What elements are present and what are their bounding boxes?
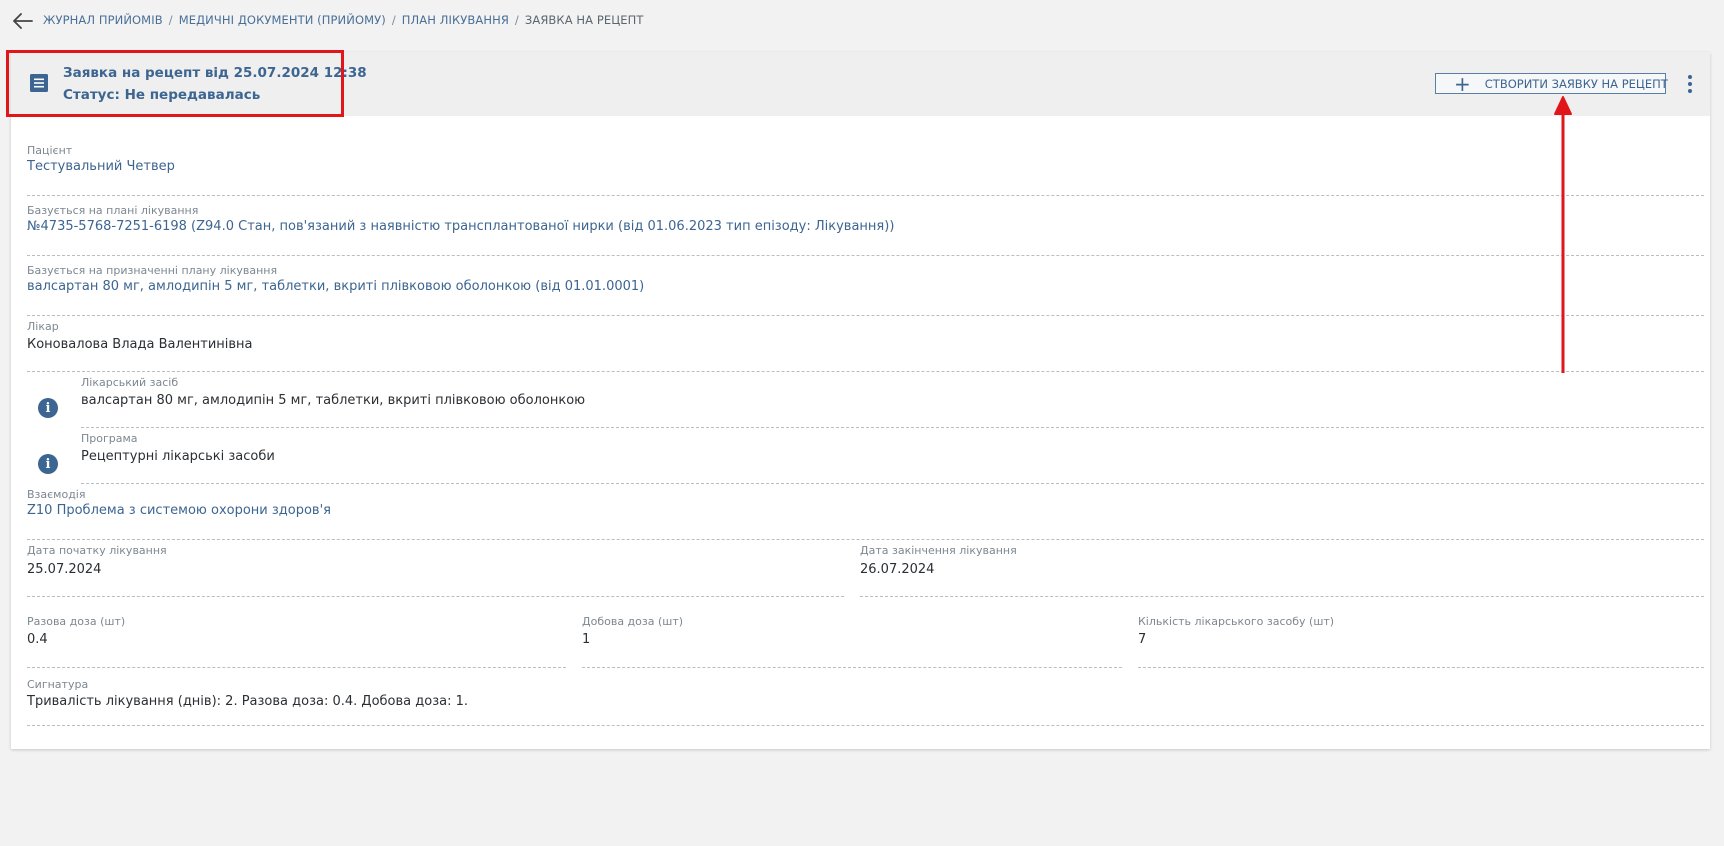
field-label: Кількість лікарського засобу (шт) [1138,615,1335,628]
field-label: Лікарський засіб [81,376,179,389]
field-end-date: Дата закінчення лікування 26.07.2024 [860,540,1704,597]
field-doctor: Лікар Коновалова Влада Валентинівна [27,316,1704,372]
end-date-value: 26.07.2024 [860,562,935,577]
field-plan-prescription: Базується на призначенні плану лікування… [27,256,1704,316]
breadcrumb-separator: / [514,13,519,27]
plan-prescription-link[interactable]: валсартан 80 мг, амлодипін 5 мг, таблетк… [27,279,644,294]
info-icon[interactable]: i [38,454,58,474]
start-date-value: 25.07.2024 [27,562,102,577]
breadcrumb: ЖУРНАЛ ПРИЙОМІВ / МЕДИЧНІ ДОКУМЕНТИ (ПРИ… [43,13,644,27]
field-label: Дата закінчення лікування [860,544,1017,557]
field-start-date: Дата початку лікування 25.07.2024 [27,540,844,597]
daily-dose-value: 1 [582,632,591,647]
patient-name-link[interactable]: Тестувальний Четвер [27,159,175,174]
field-treatment-plan: Базується на плані лікування №4735-5768-… [27,196,1704,256]
field-label: Пацієнт [27,144,73,157]
field-patient: Пацієнт Тестувальний Четвер [27,138,1704,196]
medicine-value: валсартан 80 мг, амлодипін 5 мг, таблетк… [81,393,586,408]
field-quantity: Кількість лікарського засобу (шт) 7 [1138,612,1704,668]
field-program: Програма Рецептурні лікарські засоби [81,428,1704,484]
breadcrumb-item-treatment-plan[interactable]: ПЛАН ЛІКУВАННЯ [402,13,509,27]
field-interaction: Взаємодія Z10 Проблема з системою охорон… [27,484,1704,540]
field-label: Лікар [27,320,59,333]
treatment-plan-link[interactable]: №4735-5768-7251-6198 (Z94.0 Стан, пов'яз… [27,219,894,234]
field-single-dose: Разова доза (шт) 0.4 [27,612,566,668]
info-icon[interactable]: i [38,398,58,418]
field-label: Взаємодія [27,488,86,501]
field-signature: Сигнатура Тривалість лікування (днів): 2… [27,678,1704,726]
more-options-icon[interactable] [1683,71,1697,97]
quantity-value: 7 [1138,632,1147,647]
prescription-request-card: Заявка на рецепт від 25.07.2024 12:38 Ст… [11,52,1710,749]
breadcrumb-separator: / [168,13,173,27]
signature-value: Тривалість лікування (днів): 2. Разова д… [27,694,468,709]
field-label: Дата початку лікування [27,544,167,557]
plus-icon: + [1454,71,1471,96]
field-daily-dose: Добова доза (шт) 1 [582,612,1122,668]
field-label: Базується на призначенні плану лікування [27,264,278,277]
breadcrumb-item-current: ЗАЯВКА НА РЕЦЕПТ [524,13,644,27]
doctor-name: Коновалова Влада Валентинівна [27,337,253,352]
back-arrow-icon[interactable] [12,10,34,32]
breadcrumb-item-medical-documents[interactable]: МЕДИЧНІ ДОКУМЕНТИ (ПРИЙОМУ) [179,13,386,27]
field-label: Базується на плані лікування [27,204,199,217]
single-dose-value: 0.4 [27,632,48,647]
field-label: Разова доза (шт) [27,615,126,628]
breadcrumb-bar: ЖУРНАЛ ПРИЙОМІВ / МЕДИЧНІ ДОКУМЕНТИ (ПРИ… [0,0,1724,42]
field-label: Добова доза (шт) [582,615,684,628]
create-button-label: СТВОРИТИ ЗАЯВКУ НА РЕЦЕПТ [1484,76,1668,91]
create-prescription-request-button[interactable]: + СТВОРИТИ ЗАЯВКУ НА РЕЦЕПТ [1435,71,1668,96]
breadcrumb-separator: / [391,13,396,27]
annotation-highlight-box [6,50,344,117]
interaction-link[interactable]: Z10 Проблема з системою охорони здоров'я [27,503,331,518]
program-value: Рецептурні лікарські засоби [81,449,275,464]
field-medicine: Лікарський засіб валсартан 80 мг, амлоди… [81,372,1704,428]
field-label: Сигнатура [27,678,89,691]
breadcrumb-item-appointments-journal[interactable]: ЖУРНАЛ ПРИЙОМІВ [43,13,163,27]
field-label: Програма [81,432,138,445]
